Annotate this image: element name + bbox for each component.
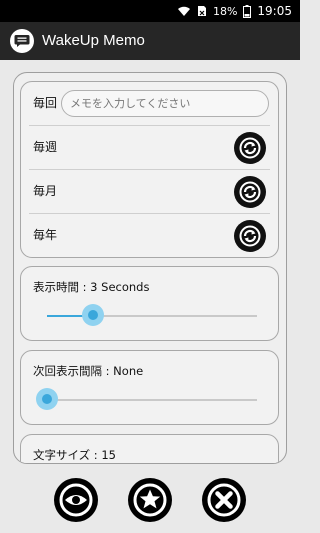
sync-icon xyxy=(239,181,261,203)
battery-icon xyxy=(243,4,252,18)
font-size-card: 文字サイズ : 15 xyxy=(20,434,279,463)
font-size-label: 文字サイズ : 15 xyxy=(33,448,116,462)
eye-icon xyxy=(59,483,93,517)
app-title: WakeUp Memo xyxy=(42,32,145,49)
clock: 19:05 xyxy=(257,4,292,18)
close-button[interactable] xyxy=(202,478,246,522)
sync-icon xyxy=(239,225,261,247)
row-every-time: 毎回 xyxy=(21,82,278,125)
close-icon xyxy=(207,483,241,517)
wifi-icon xyxy=(177,6,190,16)
chat-bubble-icon xyxy=(10,29,34,53)
favorite-button[interactable] xyxy=(128,478,172,522)
slider-thumb[interactable] xyxy=(36,388,58,410)
row-weekly: 毎週 xyxy=(21,126,278,169)
monthly-sync-button[interactable] xyxy=(234,176,266,208)
preview-button[interactable] xyxy=(54,478,98,522)
row-label-weekly: 毎週 xyxy=(33,140,58,154)
repeat-card: 毎回 毎週 毎月 xyxy=(20,81,279,258)
next-interval-label: 次回表示間隔 : None xyxy=(33,364,144,378)
row-monthly: 毎月 xyxy=(21,170,278,213)
slider-thumb[interactable] xyxy=(82,304,105,326)
row-label-every-time: 毎回 xyxy=(33,96,58,110)
display-time-card: 表示時間 : 3 Seconds xyxy=(20,266,279,341)
battery-percent: 18% xyxy=(212,4,238,18)
memo-input[interactable] xyxy=(61,90,269,117)
row-label-yearly: 毎年 xyxy=(33,228,58,242)
sync-icon xyxy=(239,137,261,159)
weekly-sync-button[interactable] xyxy=(234,132,266,164)
next-interval-slider[interactable] xyxy=(36,388,257,410)
star-icon xyxy=(133,483,167,517)
yearly-sync-button[interactable] xyxy=(234,220,266,252)
app-bar: WakeUp Memo xyxy=(0,22,300,60)
sim-icon xyxy=(197,6,206,16)
settings-panel[interactable]: 毎回 毎週 毎月 xyxy=(13,72,287,464)
next-interval-card: 次回表示間隔 : None xyxy=(20,350,279,425)
status-bar: 18% 19:05 xyxy=(0,0,300,22)
row-label-monthly: 毎月 xyxy=(33,184,58,198)
display-time-slider[interactable] xyxy=(47,304,257,326)
row-yearly: 毎年 xyxy=(21,214,278,257)
status-icons: 18% 19:05 xyxy=(177,0,292,22)
display-time-label: 表示時間 : 3 Seconds xyxy=(33,280,150,294)
